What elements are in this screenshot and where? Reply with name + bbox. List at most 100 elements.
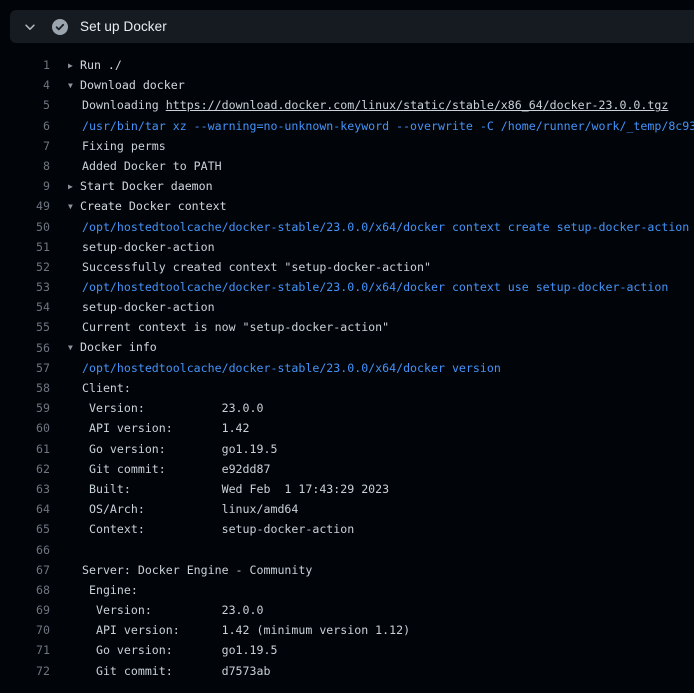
log-text: Version: 23.0.0 bbox=[82, 401, 263, 415]
line-content[interactable]: ▶Run ./ bbox=[50, 55, 122, 76]
log-text: Go version: go1.19.5 bbox=[82, 643, 277, 657]
collapse-group-icon[interactable]: ▼ bbox=[68, 338, 80, 358]
log-viewer: 1 ▶Run ./ 4 ▼Download docker 5 Downloadi… bbox=[0, 43, 694, 681]
log-text: OS/Arch: linux/amd64 bbox=[82, 502, 298, 516]
log-line: 53 /opt/hostedtoolcache/docker-stable/23… bbox=[0, 277, 694, 297]
line-number[interactable]: 70 bbox=[0, 620, 50, 640]
group-title: Start Docker daemon bbox=[80, 179, 213, 193]
line-content: setup-docker-action bbox=[50, 237, 215, 257]
log-line: 71 Go version: go1.19.5 bbox=[0, 640, 694, 660]
line-number[interactable]: 49 bbox=[0, 196, 50, 216]
line-number[interactable]: 65 bbox=[0, 519, 50, 539]
line-number[interactable]: 60 bbox=[0, 418, 50, 438]
expand-group-icon[interactable]: ▶ bbox=[68, 177, 80, 197]
log-line: 59 Version: 23.0.0 bbox=[0, 398, 694, 418]
log-text: Client: bbox=[82, 381, 131, 395]
step-header[interactable]: Set up Docker bbox=[10, 10, 694, 43]
command-text: /opt/hostedtoolcache/docker-stable/23.0.… bbox=[82, 220, 689, 234]
line-number[interactable]: 6 bbox=[0, 116, 50, 136]
log-line: 67 Server: Docker Engine - Community bbox=[0, 560, 694, 580]
line-content: /usr/bin/tar xz --warning=no-unknown-key… bbox=[50, 116, 694, 136]
line-number[interactable]: 9 bbox=[0, 176, 50, 196]
line-number[interactable]: 57 bbox=[0, 358, 50, 378]
line-content[interactable]: ▶Start Docker daemon bbox=[50, 176, 213, 197]
log-line: 8 Added Docker to PATH bbox=[0, 156, 694, 176]
line-number[interactable]: 50 bbox=[0, 217, 50, 237]
line-content[interactable]: ▼Create Docker context bbox=[50, 196, 227, 217]
line-number[interactable]: 1 bbox=[0, 55, 50, 75]
line-number[interactable]: 51 bbox=[0, 237, 50, 257]
check-circle-icon bbox=[52, 19, 68, 35]
line-number[interactable]: 8 bbox=[0, 156, 50, 176]
log-text: API version: 1.42 bbox=[82, 421, 250, 435]
log-line: 68 Engine: bbox=[0, 580, 694, 600]
log-text: Version: 23.0.0 bbox=[82, 603, 263, 617]
line-content: Context: setup-docker-action bbox=[50, 519, 354, 539]
log-text: Built: Wed Feb 1 17:43:29 2023 bbox=[82, 482, 389, 496]
log-line: 51 setup-docker-action bbox=[0, 237, 694, 257]
log-line: 65 Context: setup-docker-action bbox=[0, 519, 694, 539]
line-content: API version: 1.42 bbox=[50, 418, 250, 438]
line-number[interactable]: 67 bbox=[0, 560, 50, 580]
line-number[interactable]: 53 bbox=[0, 277, 50, 297]
line-content: Downloading https://download.docker.com/… bbox=[50, 95, 668, 115]
log-text: Downloading bbox=[82, 98, 166, 112]
log-line: 56 ▼Docker info bbox=[0, 338, 694, 358]
log-text: Git commit: e92dd87 bbox=[82, 462, 270, 476]
log-line: 63 Built: Wed Feb 1 17:43:29 2023 bbox=[0, 479, 694, 499]
line-content: /opt/hostedtoolcache/docker-stable/23.0.… bbox=[50, 277, 668, 297]
line-number[interactable]: 66 bbox=[0, 540, 50, 560]
line-content: Engine: bbox=[50, 580, 138, 600]
line-content: Version: 23.0.0 bbox=[50, 600, 263, 620]
line-number[interactable]: 5 bbox=[0, 95, 50, 115]
log-line: 4 ▼Download docker bbox=[0, 75, 694, 95]
line-number[interactable]: 54 bbox=[0, 297, 50, 317]
line-content: Version: 23.0.0 bbox=[50, 398, 263, 418]
log-line: 58 Client: bbox=[0, 378, 694, 398]
line-content: setup-docker-action bbox=[50, 297, 215, 317]
line-number[interactable]: 68 bbox=[0, 580, 50, 600]
line-number[interactable]: 61 bbox=[0, 439, 50, 459]
log-line: 49 ▼Create Docker context bbox=[0, 196, 694, 216]
log-line: 64 OS/Arch: linux/amd64 bbox=[0, 499, 694, 519]
collapse-group-icon[interactable]: ▼ bbox=[68, 76, 80, 96]
line-content: Git commit: d7573ab bbox=[50, 661, 270, 681]
step-title: Set up Docker bbox=[80, 19, 167, 34]
command-text: /opt/hostedtoolcache/docker-stable/23.0.… bbox=[82, 361, 501, 375]
log-text: Fixing perms bbox=[82, 139, 166, 153]
log-line: 9 ▶Start Docker daemon bbox=[0, 176, 694, 196]
command-text: /opt/hostedtoolcache/docker-stable/23.0.… bbox=[82, 280, 668, 294]
line-number[interactable]: 56 bbox=[0, 338, 50, 358]
line-content[interactable]: ▼Download docker bbox=[50, 75, 185, 96]
line-number[interactable]: 4 bbox=[0, 75, 50, 95]
line-number[interactable]: 7 bbox=[0, 136, 50, 156]
line-number[interactable]: 58 bbox=[0, 378, 50, 398]
line-number[interactable]: 71 bbox=[0, 640, 50, 660]
line-content: OS/Arch: linux/amd64 bbox=[50, 499, 298, 519]
chevron-down-icon[interactable] bbox=[22, 19, 38, 35]
line-number[interactable]: 63 bbox=[0, 479, 50, 499]
line-number[interactable]: 62 bbox=[0, 459, 50, 479]
line-number[interactable]: 55 bbox=[0, 317, 50, 337]
line-content: Git commit: e92dd87 bbox=[50, 459, 270, 479]
collapse-group-icon[interactable]: ▼ bbox=[68, 197, 80, 217]
log-line: 72 Git commit: d7573ab bbox=[0, 661, 694, 681]
line-number[interactable]: 64 bbox=[0, 499, 50, 519]
line-number[interactable]: 69 bbox=[0, 600, 50, 620]
log-line: 57 /opt/hostedtoolcache/docker-stable/23… bbox=[0, 358, 694, 378]
line-content: API version: 1.42 (minimum version 1.12) bbox=[50, 620, 410, 640]
log-text: Current context is now "setup-docker-act… bbox=[82, 320, 389, 334]
line-number[interactable]: 72 bbox=[0, 661, 50, 681]
line-number[interactable]: 59 bbox=[0, 398, 50, 418]
expand-group-icon[interactable]: ▶ bbox=[68, 56, 80, 76]
line-content[interactable]: ▼Docker info bbox=[50, 337, 157, 358]
log-link[interactable]: https://download.docker.com/linux/static… bbox=[166, 98, 669, 112]
log-text: Context: setup-docker-action bbox=[82, 522, 354, 536]
line-content: Successfully created context "setup-dock… bbox=[50, 257, 431, 277]
line-content: /opt/hostedtoolcache/docker-stable/23.0.… bbox=[50, 217, 689, 237]
log-line: 60 API version: 1.42 bbox=[0, 418, 694, 438]
log-line: 55 Current context is now "setup-docker-… bbox=[0, 317, 694, 337]
log-text: Server: Docker Engine - Community bbox=[82, 563, 312, 577]
line-number[interactable]: 52 bbox=[0, 257, 50, 277]
log-text: Engine: bbox=[82, 583, 138, 597]
